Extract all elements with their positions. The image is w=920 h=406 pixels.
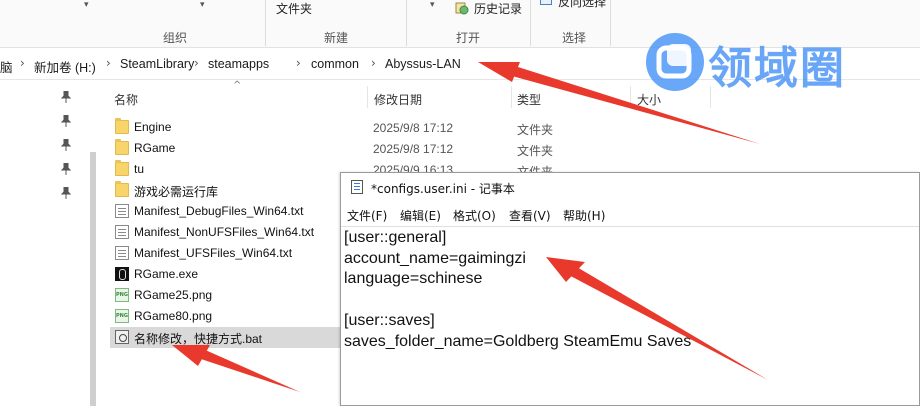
editor-line: account_name=gaimingzi <box>344 250 526 267</box>
ribbon-group-organize: 组织 <box>163 31 188 45</box>
chevron-down-icon[interactable]: ▾ <box>430 0 435 10</box>
ribbon-separator <box>406 0 407 46</box>
chevron-down-icon[interactable]: ▾ <box>200 0 205 10</box>
file-row-selected[interactable]: 名称修改，快捷方式.bat <box>110 327 342 348</box>
file-name: RGame80.png <box>134 309 213 323</box>
notepad-window[interactable]: *configs.user.ini - 记事本 文件(F) 编辑(E) 格式(O… <box>340 172 920 406</box>
invert-selection-icon <box>540 0 552 5</box>
file-name: 游戏必需运行库 <box>134 185 219 199</box>
folder-icon <box>115 139 129 155</box>
breadcrumb-item[interactable]: SteamLibrary <box>120 57 194 71</box>
file-name: Manifest_UFSFiles_Win64.txt <box>134 246 293 260</box>
file-name: Engine <box>134 120 172 134</box>
watermark-text: 领域圈 <box>708 43 846 94</box>
text-file-icon <box>115 225 129 239</box>
file-row[interactable]: RGame80.png <box>110 306 340 327</box>
file-name: tu <box>134 162 145 176</box>
chevron-down-icon[interactable]: ▾ <box>84 0 89 10</box>
file-row[interactable]: Manifest_UFSFiles_Win64.txt <box>110 243 340 264</box>
file-name: 名称修改，快捷方式.bat <box>134 332 263 346</box>
pin-icon[interactable] <box>61 91 71 103</box>
text-file-icon <box>115 246 129 260</box>
file-type: 文件夹 <box>517 144 554 158</box>
file-name: Manifest_NonUFSFiles_Win64.txt <box>134 225 315 239</box>
column-header-name[interactable]: 名称 <box>114 91 138 108</box>
arrow-to-bat-file <box>172 345 300 392</box>
file-row[interactable]: tu <box>110 159 340 180</box>
menu-view[interactable]: 查看(V) <box>509 207 551 224</box>
breadcrumb-item[interactable]: 脑 <box>0 57 13 76</box>
editor-line: language=schinese <box>344 270 483 287</box>
pin-icon[interactable] <box>61 187 71 199</box>
file-date: 2025/9/8 17:12 <box>373 121 454 135</box>
ribbon-group-open: 打开 <box>456 31 481 45</box>
png-icon <box>115 309 129 323</box>
file-row[interactable]: 游戏必需运行库 <box>110 180 340 201</box>
folder-icon <box>115 118 129 134</box>
ribbon-separator <box>610 0 611 46</box>
text-editor[interactable]: [user::general] account_name=gaimingzi l… <box>341 226 919 406</box>
pin-icon[interactable] <box>61 163 71 175</box>
column-separator[interactable] <box>511 86 512 108</box>
file-date: 2025/9/8 17:12 <box>373 142 454 156</box>
text-file-icon <box>115 204 129 218</box>
file-name: RGame.exe <box>134 267 199 281</box>
editor-line: saves_folder_name=Goldberg SteamEmu Save… <box>344 333 692 350</box>
menu-file[interactable]: 文件(F) <box>347 207 387 224</box>
breadcrumb-item[interactable]: steamapps <box>208 57 269 71</box>
chevron-right-icon: › <box>106 56 111 70</box>
ribbon-separator <box>530 0 531 46</box>
bat-file-icon <box>115 330 129 344</box>
watermark-logo-icon <box>646 33 704 91</box>
pin-icon[interactable] <box>61 115 71 127</box>
ribbon-separator <box>265 0 266 46</box>
column-header-type[interactable]: 类型 <box>517 91 541 108</box>
new-folder-button[interactable]: 文件夹 <box>276 0 312 17</box>
file-row[interactable]: RGame <box>110 138 340 159</box>
file-row[interactable]: Manifest_NonUFSFiles_Win64.txt <box>110 222 340 243</box>
window-title: *configs.user.ini - 记事本 <box>371 182 515 196</box>
menu-format[interactable]: 格式(O) <box>453 207 496 224</box>
file-row[interactable]: Engine <box>110 117 340 138</box>
breadcrumb-item[interactable]: common <box>311 57 359 71</box>
editor-line: [user::saves] <box>344 312 435 329</box>
history-button[interactable]: 历史记录 <box>474 0 522 17</box>
notepad-icon <box>351 180 363 194</box>
chevron-right-icon: › <box>194 56 199 70</box>
chevron-right-icon: › <box>371 56 376 70</box>
file-name: Manifest_DebugFiles_Win64.txt <box>134 204 304 218</box>
exe-icon <box>115 267 129 281</box>
column-header-modified[interactable]: 修改日期 <box>374 91 422 108</box>
ribbon-group-new: 新建 <box>324 31 349 45</box>
scrollbar[interactable] <box>90 152 96 406</box>
history-icon <box>455 2 469 15</box>
file-name: RGame <box>134 141 176 155</box>
editor-line: [user::general] <box>344 229 447 246</box>
ribbon-group-select: 选择 <box>562 31 587 45</box>
chevron-right-icon: › <box>20 56 25 70</box>
column-separator[interactable] <box>630 86 631 108</box>
folder-icon <box>115 181 129 197</box>
file-name: RGame25.png <box>134 288 213 302</box>
file-type: 文件夹 <box>517 123 554 137</box>
invert-selection-button[interactable]: 反向选择 <box>558 0 606 10</box>
breadcrumb-item[interactable]: 新加卷 (H:) <box>34 57 96 76</box>
file-row[interactable]: Manifest_DebugFiles_Win64.txt <box>110 201 340 222</box>
pin-icon[interactable] <box>61 139 71 151</box>
file-row[interactable]: RGame.exe <box>110 264 340 285</box>
notepad-titlebar[interactable]: *configs.user.ini - 记事本 <box>341 173 919 201</box>
folder-icon <box>115 160 129 176</box>
png-icon <box>115 288 129 302</box>
file-row[interactable]: RGame25.png <box>110 285 340 306</box>
chevron-right-icon: › <box>296 56 301 70</box>
menu-help[interactable]: 帮助(H) <box>563 207 605 224</box>
menu-bar: 文件(F) 编辑(E) 格式(O) 查看(V) 帮助(H) <box>341 203 919 225</box>
breadcrumb-item-current[interactable]: Abyssus-LAN <box>385 57 461 71</box>
column-separator[interactable] <box>367 86 368 108</box>
menu-edit[interactable]: 编辑(E) <box>400 207 441 224</box>
sort-ascending-icon: ^ <box>233 80 242 91</box>
